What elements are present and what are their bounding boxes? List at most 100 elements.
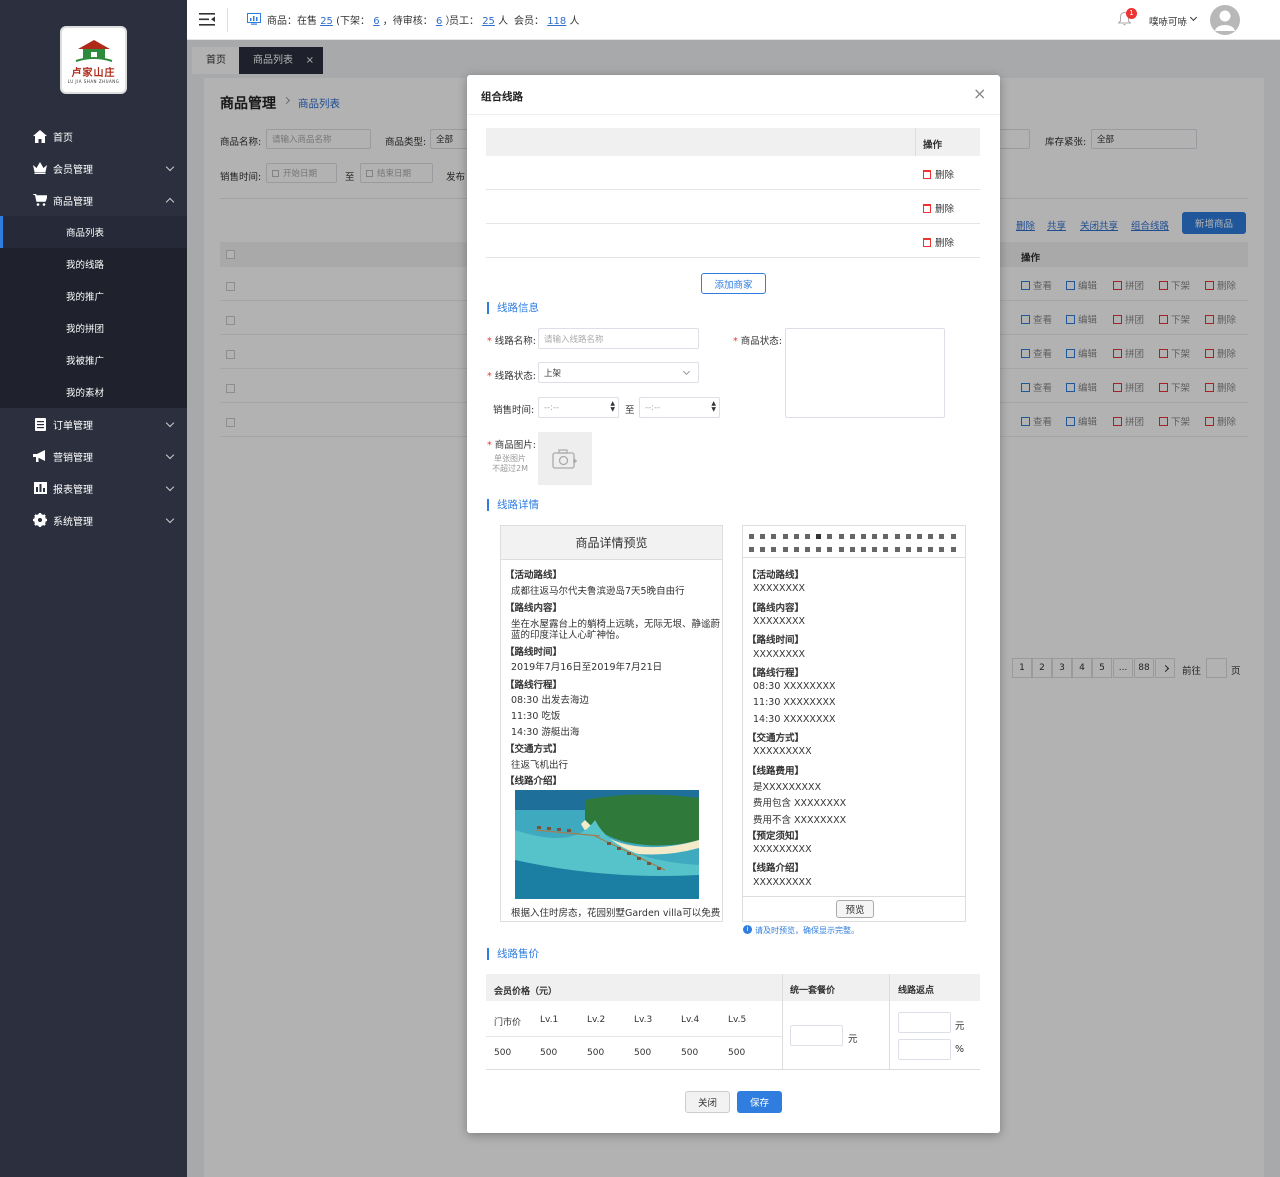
member-count[interactable]: 118: [547, 16, 566, 27]
staff-count[interactable]: 25: [482, 16, 495, 27]
crown-icon: [33, 161, 47, 175]
preview-line: 【路线时间】: [505, 647, 563, 658]
nav-sub-my-promo[interactable]: 我的推广: [0, 280, 187, 312]
toolbar-button-icon[interactable]: [771, 534, 777, 539]
toolbar-button-icon[interactable]: [950, 534, 956, 539]
delete-action[interactable]: 删除: [923, 201, 954, 215]
preview-button[interactable]: 预览: [836, 900, 874, 918]
toolbar-button-icon[interactable]: [838, 534, 844, 539]
toolbar-button-icon[interactable]: [749, 547, 754, 552]
toolbar-button-icon[interactable]: [894, 547, 900, 552]
toolbar-button-icon[interactable]: [928, 534, 934, 539]
toolbar-button-icon[interactable]: [805, 534, 810, 539]
image-upload[interactable]: [538, 432, 592, 485]
route-name-input[interactable]: 请输入线路名称: [538, 328, 699, 349]
toolbar-button-icon[interactable]: [760, 547, 766, 552]
toolbar-button-icon[interactable]: [849, 534, 855, 539]
toolbar-button-icon[interactable]: [894, 534, 900, 539]
nav-sub-promoted[interactable]: 我被推广: [0, 344, 187, 376]
off-count[interactable]: 6: [373, 16, 379, 27]
close-icon[interactable]: ×: [973, 86, 986, 102]
toolbar-button-icon[interactable]: [883, 547, 889, 552]
trash-icon: [923, 238, 931, 247]
chevron-down-icon[interactable]: [1189, 13, 1198, 22]
toolbar-button-icon[interactable]: [905, 547, 911, 552]
toolbar-button-icon[interactable]: [793, 534, 799, 539]
toolbar-button-icon[interactable]: [939, 547, 945, 552]
toolbar-button-icon[interactable]: [816, 547, 822, 552]
username[interactable]: 噗哧可哧: [1149, 14, 1187, 28]
close-button[interactable]: 关闭: [685, 1091, 730, 1113]
toolbar-button-icon[interactable]: [805, 547, 810, 552]
nav-reports[interactable]: 报表管理: [0, 472, 187, 504]
nav-orders[interactable]: 订单管理: [0, 408, 187, 440]
spinner-icon[interactable]: ▲ ▼: [711, 401, 716, 413]
nav-sub-my-routes[interactable]: 我的线路: [0, 248, 187, 280]
delete-action[interactable]: 删除: [923, 235, 954, 249]
sale-time-start[interactable]: --:-- ▲ ▼: [538, 397, 619, 418]
toolbar-button-icon[interactable]: [905, 534, 911, 539]
nav-goods-label: 商品管理: [53, 196, 93, 208]
toolbar-button-icon[interactable]: [917, 534, 922, 539]
toolbar-button-icon[interactable]: [816, 534, 822, 539]
on-sale-count[interactable]: 25: [320, 16, 333, 27]
nav-sub-goods-list[interactable]: 商品列表: [0, 216, 187, 248]
toolbar-button-icon[interactable]: [749, 534, 754, 539]
toolbar-button-icon[interactable]: [771, 547, 777, 552]
goods-status-textarea[interactable]: [785, 328, 945, 418]
toolbar-button-icon[interactable]: [827, 534, 833, 539]
delete-action[interactable]: 删除: [923, 167, 954, 181]
toolbar-button-icon[interactable]: [838, 547, 844, 552]
toolbar-button-icon[interactable]: [872, 547, 878, 552]
toolbar-button-icon[interactable]: [782, 547, 788, 552]
save-button[interactable]: 保存: [737, 1091, 782, 1113]
add-merchant-button[interactable]: 添加商家: [701, 273, 766, 294]
toolbar-button-icon[interactable]: [883, 534, 889, 539]
toolbar-button-icon[interactable]: [849, 547, 855, 552]
preview-line: 【交通方式】: [505, 744, 563, 755]
toolbar-button-icon[interactable]: [928, 547, 934, 552]
toolbar-button-icon[interactable]: [861, 534, 866, 539]
toolbar-button-icon[interactable]: [950, 547, 956, 552]
toolbar-button-icon[interactable]: [939, 534, 945, 539]
nav-home[interactable]: 首页: [0, 120, 187, 152]
toolbar-button-icon[interactable]: [760, 534, 766, 539]
sidebar: 卢家山庄 LU JIA SHAN ZHUANG 首页 会员管理 商品管理 商品列…: [0, 0, 187, 1177]
nav-members[interactable]: 会员管理: [0, 152, 187, 184]
nav-goods[interactable]: 商品管理: [0, 184, 187, 216]
review-count[interactable]: 6: [436, 16, 442, 27]
image-hint-2: 不超过2M: [492, 464, 528, 473]
editor-toolbar: [743, 526, 965, 558]
toolbar-button-icon[interactable]: [861, 547, 866, 552]
toolbar-button-icon[interactable]: [782, 534, 788, 539]
cart-icon: [33, 193, 47, 207]
avatar[interactable]: [1210, 5, 1240, 35]
spinner-icon[interactable]: ▲ ▼: [610, 401, 615, 413]
toolbar-button-icon[interactable]: [872, 534, 878, 539]
level-price: 500: [728, 1048, 746, 1058]
sale-time-end[interactable]: --:-- ▲ ▼: [639, 397, 720, 418]
rebate-amount-input[interactable]: [898, 1012, 951, 1033]
logo-house-icon: [75, 39, 112, 62]
level-label: Lv.1: [540, 1015, 559, 1025]
toolbar-button-icon[interactable]: [917, 547, 922, 552]
nav-marketing[interactable]: 营销管理: [0, 440, 187, 472]
toolbar-button-icon[interactable]: [793, 547, 799, 552]
rebate-percent-input[interactable]: [898, 1039, 951, 1060]
preview-line: 蓝的印度洋让人心旷神怡。: [511, 630, 626, 641]
logo-subtitle: LU JIA SHAN ZHUANG: [67, 78, 120, 84]
nav-sub-my-group[interactable]: 我的拼团: [0, 312, 187, 344]
nav-system[interactable]: 系统管理: [0, 504, 187, 536]
nav-reports-label: 报表管理: [53, 484, 93, 496]
unified-price-input[interactable]: [790, 1025, 843, 1046]
menu-toggle-icon[interactable]: [199, 13, 215, 27]
editor-line: XXXXXXXX: [753, 648, 806, 660]
editor-line: 费用不含 XXXXXXXX: [753, 814, 847, 826]
nav-sub-materials[interactable]: 我的素材: [0, 376, 187, 408]
toolbar-button-icon[interactable]: [827, 547, 833, 552]
chevron-down-icon: [165, 450, 175, 460]
gear-icon: [33, 513, 47, 527]
level-label: Lv.3: [634, 1015, 653, 1025]
route-status-select[interactable]: 上架: [538, 362, 699, 383]
maldives-image: [515, 790, 699, 899]
